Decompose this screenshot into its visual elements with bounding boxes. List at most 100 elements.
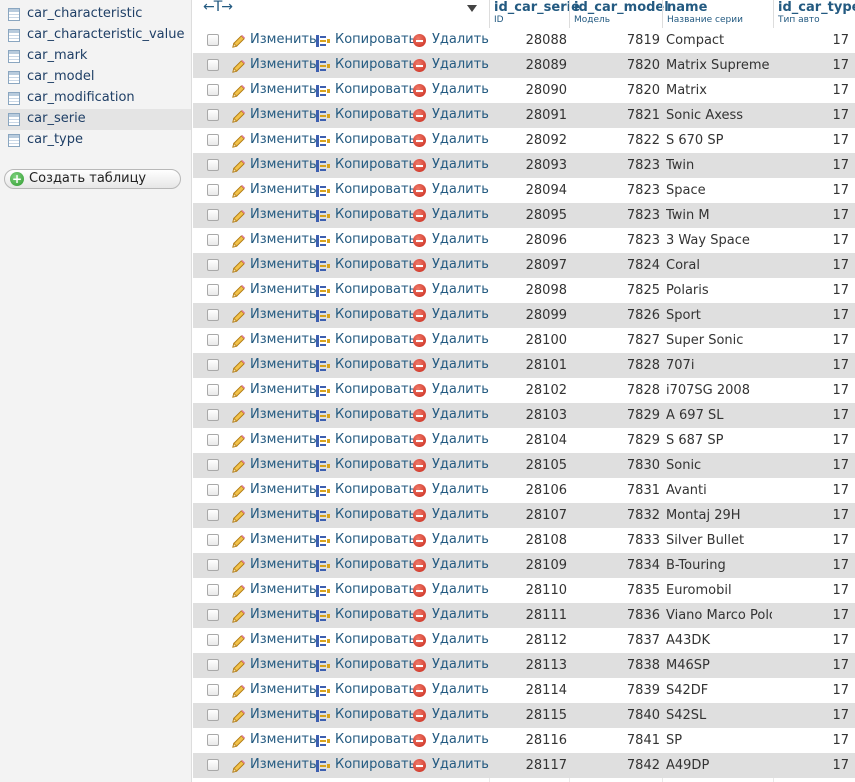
- sidebar-item-car_mark[interactable]: car_mark: [0, 46, 191, 67]
- row-checkbox[interactable]: [207, 109, 219, 121]
- delete-button[interactable]: Удалить: [413, 403, 489, 428]
- sidebar-item-car_model[interactable]: car_model: [0, 67, 191, 88]
- copy-button[interactable]: Копировать: [315, 478, 416, 503]
- column-header-name[interactable]: name Название серии: [662, 0, 774, 28]
- row-checkbox[interactable]: [207, 334, 219, 346]
- delete-button[interactable]: Удалить: [413, 703, 489, 728]
- copy-button[interactable]: Копировать: [315, 428, 416, 453]
- edit-button[interactable]: Изменить: [231, 678, 317, 703]
- copy-button[interactable]: Копировать: [315, 503, 416, 528]
- column-toggle-arrows[interactable]: ←T→: [203, 0, 233, 15]
- delete-button[interactable]: Удалить: [413, 553, 489, 578]
- column-header-id_car_type[interactable]: id_car_type Тип авто: [773, 0, 855, 28]
- row-checkbox[interactable]: [207, 509, 219, 521]
- copy-button[interactable]: Копировать: [315, 253, 416, 278]
- copy-button[interactable]: Копировать: [315, 28, 416, 53]
- copy-button[interactable]: Копировать: [315, 228, 416, 253]
- edit-button[interactable]: Изменить: [231, 28, 317, 53]
- edit-button[interactable]: Изменить: [231, 378, 317, 403]
- create-table-button[interactable]: + Создать таблицу: [4, 169, 181, 189]
- sidebar-item-car_characteristic[interactable]: car_characteristic: [0, 4, 191, 25]
- delete-button[interactable]: Удалить: [413, 628, 489, 653]
- copy-button[interactable]: Копировать: [315, 753, 416, 778]
- copy-button[interactable]: Копировать: [315, 603, 416, 628]
- edit-button[interactable]: Изменить: [231, 753, 317, 778]
- copy-button[interactable]: Копировать: [315, 78, 416, 103]
- copy-button[interactable]: Копировать: [315, 153, 416, 178]
- delete-button[interactable]: Удалить: [413, 78, 489, 103]
- delete-button[interactable]: Удалить: [413, 103, 489, 128]
- edit-button[interactable]: Изменить: [231, 53, 317, 78]
- delete-button[interactable]: Удалить: [413, 253, 489, 278]
- edit-button[interactable]: Изменить: [231, 453, 317, 478]
- edit-button[interactable]: Изменить: [231, 328, 317, 353]
- edit-button[interactable]: Изменить: [231, 553, 317, 578]
- dropdown-triangle-icon[interactable]: [467, 5, 477, 12]
- delete-button[interactable]: Удалить: [413, 453, 489, 478]
- copy-button[interactable]: Копировать: [315, 303, 416, 328]
- delete-button[interactable]: Удалить: [413, 228, 489, 253]
- delete-button[interactable]: Удалить: [413, 728, 489, 753]
- row-checkbox[interactable]: [207, 34, 219, 46]
- edit-button[interactable]: Изменить: [231, 528, 317, 553]
- delete-button[interactable]: Удалить: [413, 578, 489, 603]
- edit-button[interactable]: Изменить: [231, 403, 317, 428]
- copy-button[interactable]: Копировать: [315, 678, 416, 703]
- row-checkbox[interactable]: [207, 84, 219, 96]
- row-checkbox[interactable]: [207, 284, 219, 296]
- delete-button[interactable]: Удалить: [413, 178, 489, 203]
- copy-button[interactable]: Копировать: [315, 528, 416, 553]
- delete-button[interactable]: Удалить: [413, 678, 489, 703]
- row-checkbox[interactable]: [207, 584, 219, 596]
- delete-button[interactable]: Удалить: [413, 378, 489, 403]
- delete-button[interactable]: Удалить: [413, 278, 489, 303]
- delete-button[interactable]: Удалить: [413, 503, 489, 528]
- row-checkbox[interactable]: [207, 759, 219, 771]
- edit-button[interactable]: Изменить: [231, 728, 317, 753]
- copy-button[interactable]: Копировать: [315, 703, 416, 728]
- copy-button[interactable]: Копировать: [315, 728, 416, 753]
- copy-button[interactable]: Копировать: [315, 128, 416, 153]
- edit-button[interactable]: Изменить: [231, 478, 317, 503]
- copy-button[interactable]: Копировать: [315, 178, 416, 203]
- row-checkbox[interactable]: [207, 259, 219, 271]
- row-checkbox[interactable]: [207, 434, 219, 446]
- edit-button[interactable]: Изменить: [231, 203, 317, 228]
- delete-button[interactable]: Удалить: [413, 478, 489, 503]
- row-checkbox[interactable]: [207, 209, 219, 221]
- delete-button[interactable]: Удалить: [413, 603, 489, 628]
- row-checkbox[interactable]: [207, 359, 219, 371]
- delete-button[interactable]: Удалить: [413, 203, 489, 228]
- delete-button[interactable]: Удалить: [413, 528, 489, 553]
- row-checkbox[interactable]: [207, 609, 219, 621]
- edit-button[interactable]: Изменить: [231, 653, 317, 678]
- sidebar-item-car_serie[interactable]: car_serie: [0, 109, 191, 130]
- edit-button[interactable]: Изменить: [231, 128, 317, 153]
- row-checkbox[interactable]: [207, 59, 219, 71]
- copy-button[interactable]: Копировать: [315, 278, 416, 303]
- sidebar-item-car_modification[interactable]: car_modification: [0, 88, 191, 109]
- row-checkbox[interactable]: [207, 234, 219, 246]
- row-checkbox[interactable]: [207, 734, 219, 746]
- copy-button[interactable]: Копировать: [315, 103, 416, 128]
- delete-button[interactable]: Удалить: [413, 153, 489, 178]
- edit-button[interactable]: Изменить: [231, 103, 317, 128]
- row-checkbox[interactable]: [207, 409, 219, 421]
- edit-button[interactable]: Изменить: [231, 178, 317, 203]
- edit-button[interactable]: Изменить: [231, 228, 317, 253]
- edit-button[interactable]: Изменить: [231, 603, 317, 628]
- copy-button[interactable]: Копировать: [315, 378, 416, 403]
- edit-button[interactable]: Изменить: [231, 253, 317, 278]
- delete-button[interactable]: Удалить: [413, 53, 489, 78]
- column-header-id_car_serie[interactable]: id_car_serie ID: [489, 0, 580, 28]
- row-checkbox[interactable]: [207, 559, 219, 571]
- edit-button[interactable]: Изменить: [231, 278, 317, 303]
- edit-button[interactable]: Изменить: [231, 353, 317, 378]
- copy-button[interactable]: Копировать: [315, 403, 416, 428]
- delete-button[interactable]: Удалить: [413, 753, 489, 778]
- delete-button[interactable]: Удалить: [413, 353, 489, 378]
- delete-button[interactable]: Удалить: [413, 653, 489, 678]
- copy-button[interactable]: Копировать: [315, 328, 416, 353]
- delete-button[interactable]: Удалить: [413, 328, 489, 353]
- edit-button[interactable]: Изменить: [231, 578, 317, 603]
